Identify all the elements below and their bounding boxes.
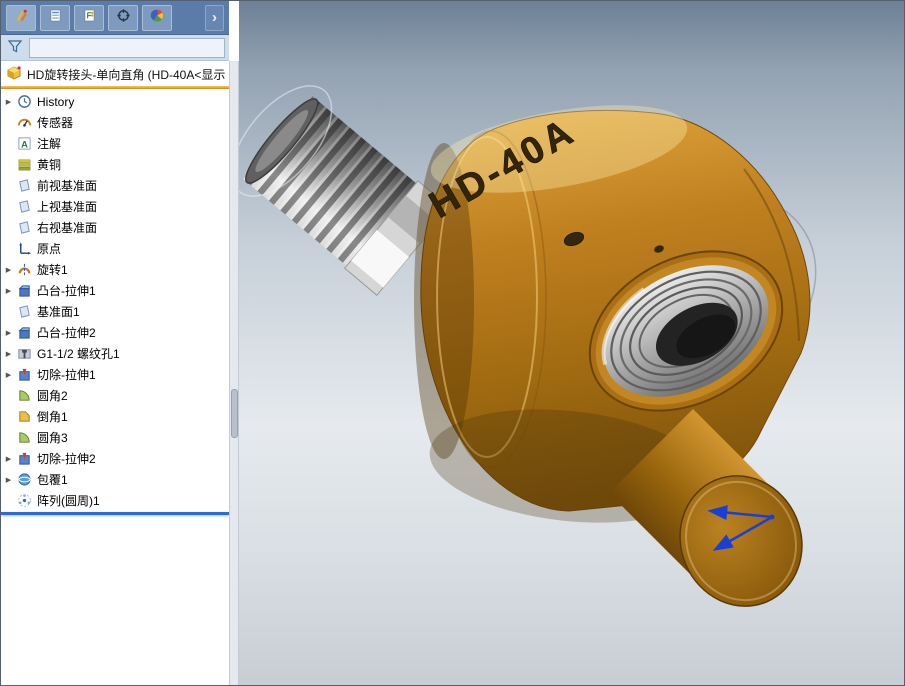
feature-tree-root[interactable]: HD旋转接头-单向直角 (HD-40A<显示 — [1, 63, 229, 85]
tree-item[interactable]: ▶ 凸台-拉伸1 — [1, 280, 229, 301]
circular-pattern-icon — [16, 493, 32, 509]
annotations-icon: A — [16, 136, 32, 152]
featuremanager-tab-icon — [14, 8, 29, 28]
configurationmanager-tab-button[interactable] — [74, 4, 104, 31]
boss-extrude-icon — [16, 283, 32, 299]
tree-item[interactable]: 黄铜 — [1, 154, 229, 175]
tree-item-label: 旋转1 — [37, 263, 68, 277]
tree-item-label: History — [37, 94, 75, 109]
displaymanager-tab-button[interactable] — [142, 4, 172, 31]
tree-item-label: 倒角1 — [37, 410, 68, 424]
displaymanager-tab-icon — [150, 8, 165, 28]
tree-item-label: 注解 — [37, 137, 62, 151]
feature-manager-panel: › HD旋转接头-单向直角 (HD-40A<显示 ▶ History 传感器 A… — [1, 1, 229, 685]
expand-arrow-icon[interactable]: ▶ — [1, 371, 16, 379]
plane-icon — [16, 304, 32, 320]
revolve-icon — [16, 262, 32, 278]
solidworks-window: HD-40A › HD旋转接头-单向直角 (HD-40A<显示 ▶ Histor… — [0, 0, 905, 686]
expand-arrow-icon[interactable]: ▶ — [1, 476, 16, 484]
tree-item-label: 基准面1 — [37, 305, 80, 319]
tree-item[interactable]: ▶ History — [1, 91, 229, 112]
tree-item-label: 上视基准面 — [37, 200, 98, 214]
plane-icon — [16, 199, 32, 215]
filter-input[interactable] — [29, 37, 225, 58]
origin-icon — [16, 241, 32, 257]
dimxpertmanager-tab-button[interactable] — [108, 4, 138, 31]
tree-item[interactable]: 传感器 — [1, 112, 229, 133]
svg-text:A: A — [21, 139, 28, 149]
tree-item[interactable]: 前视基准面 — [1, 175, 229, 196]
graphics-area[interactable]: HD-40A — [239, 1, 905, 686]
tree-item[interactable]: ▶ 包覆1 — [1, 469, 229, 490]
rollback-bar[interactable] — [1, 512, 229, 515]
boss-extrude-icon — [16, 325, 32, 341]
panel-overflow-button[interactable]: › — [205, 4, 224, 31]
propertymanager-tab-icon — [48, 8, 63, 28]
model-3d[interactable]: HD-40A — [239, 1, 905, 686]
expand-arrow-icon[interactable]: ▶ — [1, 266, 16, 274]
propertymanager-tab-button[interactable] — [40, 4, 70, 31]
tree-item-label: 圆角2 — [37, 389, 68, 403]
chamfer-icon — [16, 409, 32, 425]
configurationmanager-tab-icon — [82, 8, 97, 28]
tree-item[interactable]: A 注解 — [1, 133, 229, 154]
tree-item[interactable]: ▶ 旋转1 — [1, 259, 229, 280]
tree-item[interactable]: ▶ 切除-拉伸2 — [1, 448, 229, 469]
featuremanager-tab-button[interactable] — [6, 4, 36, 31]
root-part-label: HD旋转接头-单向直角 (HD-40A<显示 — [27, 67, 226, 82]
expand-arrow-icon[interactable]: ▶ — [1, 98, 16, 106]
tree-item-label: 切除-拉伸2 — [37, 452, 96, 466]
expand-arrow-icon[interactable]: ▶ — [1, 287, 16, 295]
filter-button[interactable] — [5, 38, 25, 58]
tree-item[interactable]: 倒角1 — [1, 406, 229, 427]
tree-item-label: 包覆1 — [37, 473, 68, 487]
tree-item-label: 凸台-拉伸1 — [37, 284, 96, 298]
tree-item[interactable]: 基准面1 — [1, 301, 229, 322]
tree-item-label: 阵列(圆周)1 — [37, 494, 100, 508]
panel-tab-strip: › — [1, 1, 229, 35]
tree-item[interactable]: 圆角2 — [1, 385, 229, 406]
tree-item-label: 原点 — [37, 242, 62, 256]
tree-item[interactable]: 上视基准面 — [1, 196, 229, 217]
feature-tree-filter-bar — [1, 35, 229, 61]
history-icon — [16, 94, 32, 110]
tree-item-label: 前视基准面 — [37, 179, 98, 193]
material-icon — [16, 157, 32, 173]
cut-extrude-icon — [16, 367, 32, 383]
feature-tree: HD旋转接头-单向直角 (HD-40A<显示 ▶ History 传感器 A 注解黄铜前… — [1, 61, 229, 685]
wrap-icon — [16, 472, 32, 488]
tree-item-label: G1-1/2 螺纹孔1 — [37, 347, 120, 361]
plane-icon — [16, 178, 32, 194]
tree-item-label: 圆角3 — [37, 431, 68, 445]
tree-item[interactable]: ▶ G1-1/2 螺纹孔1 — [1, 343, 229, 364]
funnel-icon — [7, 38, 23, 57]
tree-item[interactable]: 圆角3 — [1, 427, 229, 448]
fillet-icon — [16, 430, 32, 446]
cut-extrude-icon — [16, 451, 32, 467]
expand-arrow-icon[interactable]: ▶ — [1, 329, 16, 337]
tree-item[interactable]: 阵列(圆周)1 — [1, 490, 229, 511]
freeze-bar[interactable] — [1, 86, 229, 89]
hole-wizard-icon — [16, 346, 32, 362]
part-icon — [6, 65, 22, 84]
expand-arrow-icon[interactable]: ▶ — [1, 350, 16, 358]
tree-scrollbar-thumb[interactable] — [231, 389, 238, 438]
tree-item-label: 传感器 — [37, 116, 74, 130]
tree-item[interactable]: ▶ 凸台-拉伸2 — [1, 322, 229, 343]
tree-item[interactable]: 原点 — [1, 238, 229, 259]
plane-icon — [16, 220, 32, 236]
tree-item-label: 右视基准面 — [37, 221, 98, 235]
sensors-icon — [16, 115, 32, 131]
fillet-icon — [16, 388, 32, 404]
tree-item-label: 凸台-拉伸2 — [37, 326, 96, 340]
expand-arrow-icon[interactable]: ▶ — [1, 455, 16, 463]
tree-item-label: 切除-拉伸1 — [37, 368, 96, 382]
tree-item-label: 黄铜 — [37, 158, 62, 172]
tree-scrollbar[interactable] — [229, 61, 239, 685]
tree-item[interactable]: ▶ 切除-拉伸1 — [1, 364, 229, 385]
dimxpertmanager-tab-icon — [116, 8, 131, 28]
tree-item[interactable]: 右视基准面 — [1, 217, 229, 238]
